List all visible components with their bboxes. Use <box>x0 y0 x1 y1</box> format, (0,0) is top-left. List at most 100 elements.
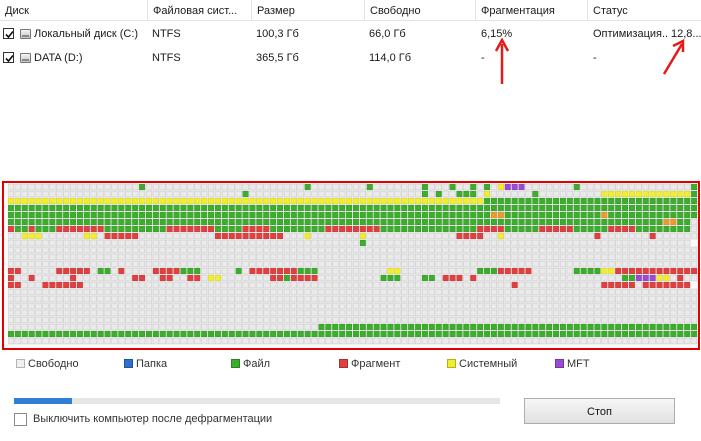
cluster-cell <box>518 302 525 310</box>
cluster-cell <box>559 232 567 240</box>
cluster-cell <box>407 190 415 198</box>
cluster-cell <box>111 232 118 240</box>
cluster-cell <box>125 190 132 198</box>
column-header-filesystem[interactable]: Файловая сист... <box>148 0 252 20</box>
disk-select-checkbox[interactable] <box>3 28 14 39</box>
cluster-cell <box>104 197 111 205</box>
cluster-cell <box>338 183 346 191</box>
cluster-cell <box>649 218 656 226</box>
cluster-cell <box>269 211 277 219</box>
cluster-cell <box>311 225 318 233</box>
cluster-cell <box>352 302 360 310</box>
cluster-cell <box>407 204 415 212</box>
cluster-cell <box>111 183 118 191</box>
cluster-cell <box>552 204 560 212</box>
cluster-cell <box>263 330 270 338</box>
cluster-cell <box>490 316 498 324</box>
cluster-cell <box>497 260 505 268</box>
cluster-cell <box>159 337 166 345</box>
cluster-cell <box>373 218 380 226</box>
cluster-cell <box>21 218 28 226</box>
cluster-cell <box>435 239 442 247</box>
cluster-cell <box>552 316 560 324</box>
cluster-cell <box>311 309 318 317</box>
cluster-cell <box>539 197 546 205</box>
cluster-cell <box>442 302 449 310</box>
legend-label-free: Свободно <box>28 358 79 370</box>
cluster-cell <box>345 316 353 324</box>
cluster-cell <box>159 183 166 191</box>
cluster-cell <box>56 323 63 331</box>
cluster-cell <box>214 274 222 282</box>
drive-icon <box>20 29 31 39</box>
cluster-cell <box>483 239 491 247</box>
cluster-cell <box>311 316 318 324</box>
column-header-fragmentation[interactable]: Фрагментация <box>476 0 588 20</box>
column-header-status[interactable]: Статус <box>588 0 701 20</box>
cluster-cell <box>138 288 146 296</box>
cluster-cell <box>242 316 249 324</box>
cluster-cell <box>683 246 691 254</box>
cluster-cell <box>545 309 553 317</box>
disk-row[interactable]: Локальный диск (C:) NTFS 100,3 Гб 66,0 Г… <box>0 22 701 46</box>
cluster-cell <box>180 197 187 205</box>
cluster-cell <box>601 211 608 219</box>
column-header-size[interactable]: Размер <box>252 0 365 20</box>
disk-select-checkbox[interactable] <box>3 52 14 63</box>
cluster-cell <box>387 253 394 261</box>
cluster-cell <box>601 274 608 282</box>
cluster-cell <box>677 211 684 219</box>
cluster-cell <box>21 232 28 240</box>
cluster-cell <box>352 337 360 345</box>
cluster-cell <box>311 183 318 191</box>
column-header-free[interactable]: Свободно <box>365 0 476 20</box>
cluster-cell <box>221 232 229 240</box>
cluster-cell <box>628 246 636 254</box>
cluster-cell <box>435 246 442 254</box>
cluster-cell <box>587 302 594 310</box>
cluster-cell <box>228 218 235 226</box>
cluster-cell <box>8 323 15 331</box>
cluster-cell <box>138 337 146 345</box>
cluster-cell <box>401 274 408 282</box>
cluster-cell <box>594 302 601 310</box>
cluster-cell <box>269 281 277 289</box>
cluster-cell <box>401 260 408 268</box>
cluster-cell <box>407 211 415 219</box>
cluster-cell <box>345 183 353 191</box>
cluster-cell <box>97 183 104 191</box>
cluster-cell <box>373 267 380 275</box>
cluster-cell <box>490 190 498 198</box>
cluster-cell <box>235 295 242 303</box>
cluster-cell <box>690 253 698 261</box>
cluster-cell <box>518 218 525 226</box>
cluster-cell <box>207 225 215 233</box>
cluster-cell <box>463 274 470 282</box>
cluster-cell <box>97 225 104 233</box>
cluster-cell <box>463 260 470 268</box>
shutdown-after-defrag-checkbox[interactable] <box>14 413 27 426</box>
stop-button[interactable]: Стоп <box>524 398 675 424</box>
cluster-cell <box>614 316 622 324</box>
cluster-cell <box>125 288 132 296</box>
cluster-cell <box>525 183 532 191</box>
shutdown-after-defrag-label[interactable]: Выключить компьютер после дефрагментации <box>33 412 272 426</box>
cluster-cell <box>421 309 429 317</box>
cluster-cell <box>518 211 525 219</box>
cluster-cell <box>173 197 180 205</box>
cluster-cell <box>352 211 360 219</box>
cluster-cell <box>318 330 325 338</box>
cluster-cell <box>304 288 311 296</box>
disk-row[interactable]: DATA (D:) NTFS 365,5 Гб 114,0 Гб - - <box>0 46 701 70</box>
cluster-cell <box>642 232 649 240</box>
cluster-cell <box>62 232 70 240</box>
cluster-cell <box>131 246 139 254</box>
cluster-cell <box>83 274 91 282</box>
cluster-cell <box>428 239 436 247</box>
cluster-cell <box>28 232 35 240</box>
cluster-cell <box>663 197 670 205</box>
column-header-disk[interactable]: Диск <box>0 0 148 20</box>
cluster-cell <box>83 330 91 338</box>
cluster-cell <box>152 316 160 324</box>
cluster-cell <box>511 330 518 338</box>
